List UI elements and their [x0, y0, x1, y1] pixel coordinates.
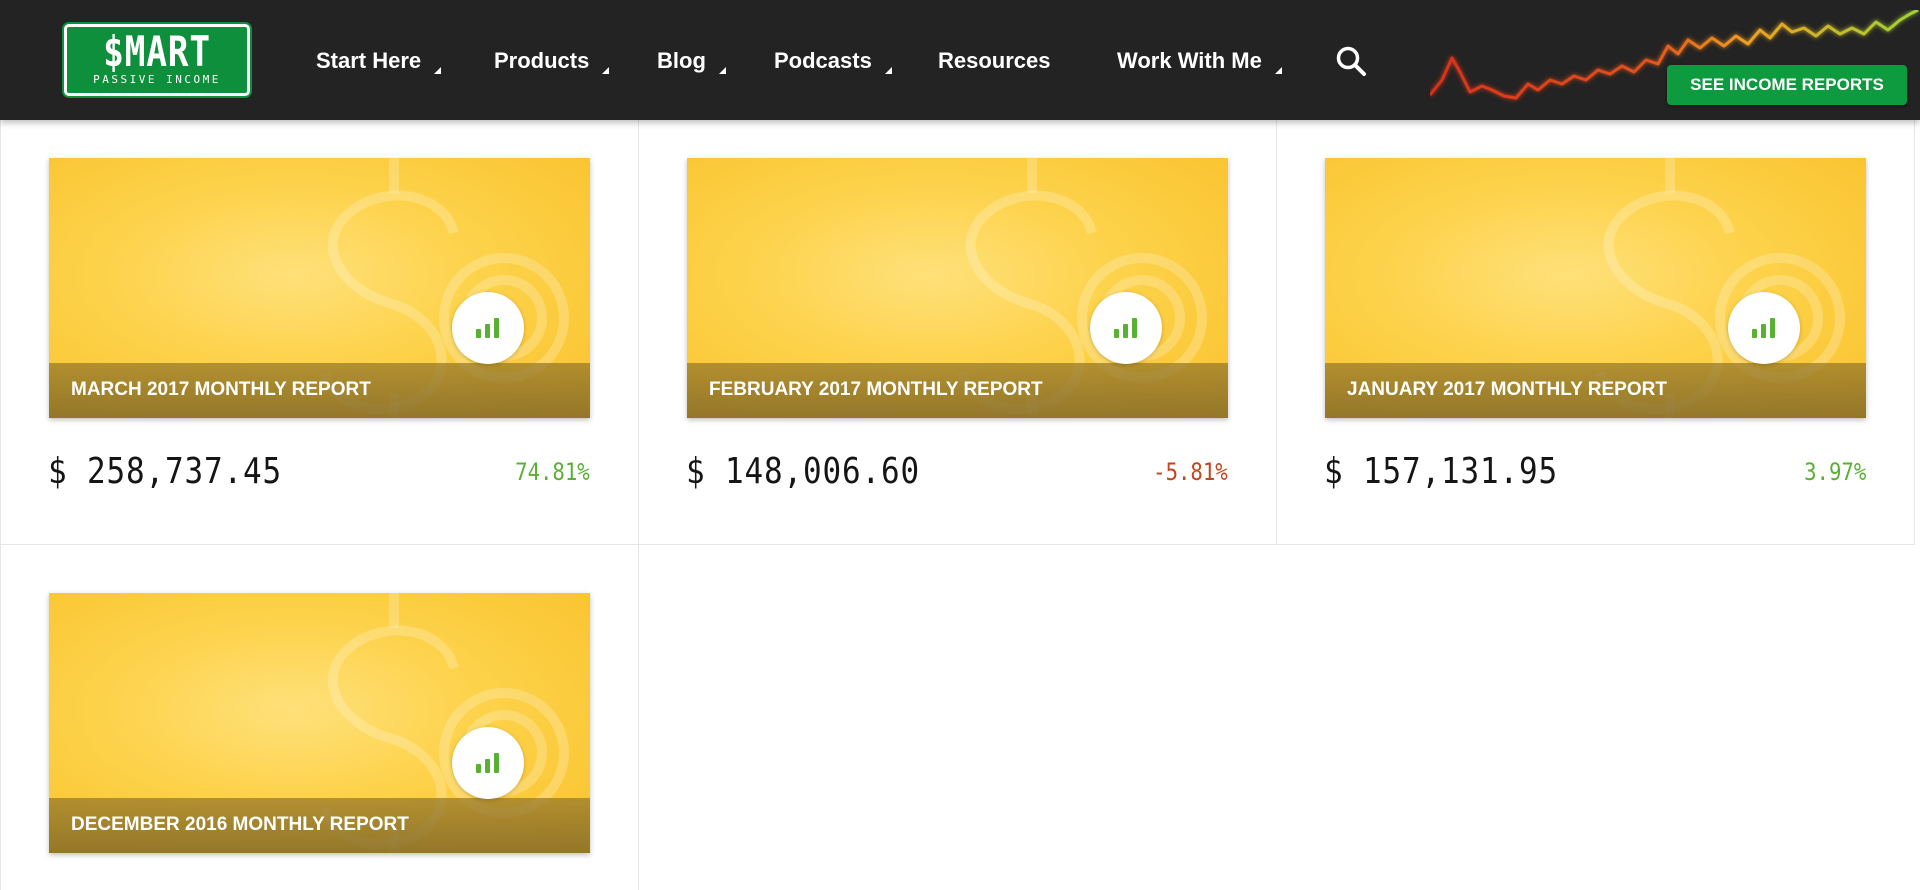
nav-item-resources[interactable]: Resources: [938, 44, 1051, 78]
report-amount: $ 148,006.60: [686, 451, 921, 492]
report-thumbnail[interactable]: MARCH 2017 MONTHLY REPORT: [49, 158, 590, 418]
report-change-negative: -5.81%: [1153, 458, 1228, 486]
report-card: MARCH 2017 MONTHLY REPORT $ 258,737.45 7…: [0, 120, 638, 544]
nav-item-podcasts[interactable]: Podcasts: [774, 44, 892, 78]
report-amount: $ 258,737.45: [48, 451, 283, 492]
site-header: $MART PASSIVE INCOME Start Here Products…: [0, 0, 1920, 120]
report-card: JANUARY 2017 MONTHLY REPORT $ 157,131.95…: [1276, 120, 1914, 544]
report-title: MARCH 2017 MONTHLY REPORT: [71, 379, 371, 400]
site-logo[interactable]: $MART PASSIVE INCOME: [64, 24, 250, 96]
grid-divider: [1914, 120, 1915, 545]
nav-label: Start Here: [316, 48, 422, 73]
nav-item-products[interactable]: Products: [494, 44, 610, 78]
bar-chart-icon[interactable]: [452, 727, 524, 799]
caret-down-icon: [884, 67, 892, 74]
nav-label: Work With Me: [1117, 48, 1262, 73]
bar-chart-icon[interactable]: [1090, 292, 1162, 364]
report-thumbnail[interactable]: JANUARY 2017 MONTHLY REPORT: [1325, 158, 1866, 418]
caret-down-icon: [434, 67, 442, 74]
nav-item-work-with-me[interactable]: Work With Me: [1117, 44, 1282, 78]
caret-down-icon: [602, 67, 610, 74]
report-title-band: MARCH 2017 MONTHLY REPORT: [49, 363, 590, 418]
report-amount: $ 157,131.95: [1324, 451, 1559, 492]
report-title-band: DECEMBER 2016 MONTHLY REPORT: [49, 798, 590, 853]
nav-label: Blog: [657, 48, 706, 73]
nav-label: Podcasts: [774, 48, 872, 73]
report-change-positive: 74.81%: [515, 458, 590, 486]
caret-down-icon: [1274, 67, 1282, 74]
report-title: FEBRUARY 2017 MONTHLY REPORT: [709, 379, 1043, 400]
logo-main-text: $MART: [103, 27, 211, 76]
report-card: DECEMBER 2016 MONTHLY REPORT: [0, 545, 638, 890]
report-change-positive: 3.97%: [1803, 458, 1866, 486]
report-title-band: JANUARY 2017 MONTHLY REPORT: [1325, 363, 1866, 418]
report-title-band: FEBRUARY 2017 MONTHLY REPORT: [687, 363, 1228, 418]
report-card: FEBRUARY 2017 MONTHLY REPORT $ 148,006.6…: [638, 120, 1276, 544]
search-icon[interactable]: [1334, 44, 1368, 78]
nav-label: Resources: [938, 48, 1051, 73]
report-title: DECEMBER 2016 MONTHLY REPORT: [71, 814, 409, 835]
report-thumbnail[interactable]: DECEMBER 2016 MONTHLY REPORT: [49, 593, 590, 853]
nav-item-start-here[interactable]: Start Here: [316, 44, 442, 78]
report-title: JANUARY 2017 MONTHLY REPORT: [1347, 379, 1667, 400]
see-income-reports-button[interactable]: SEE INCOME REPORTS: [1667, 65, 1907, 105]
nav-item-blog[interactable]: Blog: [657, 44, 726, 78]
caret-down-icon: [718, 67, 726, 74]
report-thumbnail[interactable]: FEBRUARY 2017 MONTHLY REPORT: [687, 158, 1228, 418]
bar-chart-icon[interactable]: [452, 292, 524, 364]
nav-label: Products: [494, 48, 590, 73]
bar-chart-icon[interactable]: [1728, 292, 1800, 364]
